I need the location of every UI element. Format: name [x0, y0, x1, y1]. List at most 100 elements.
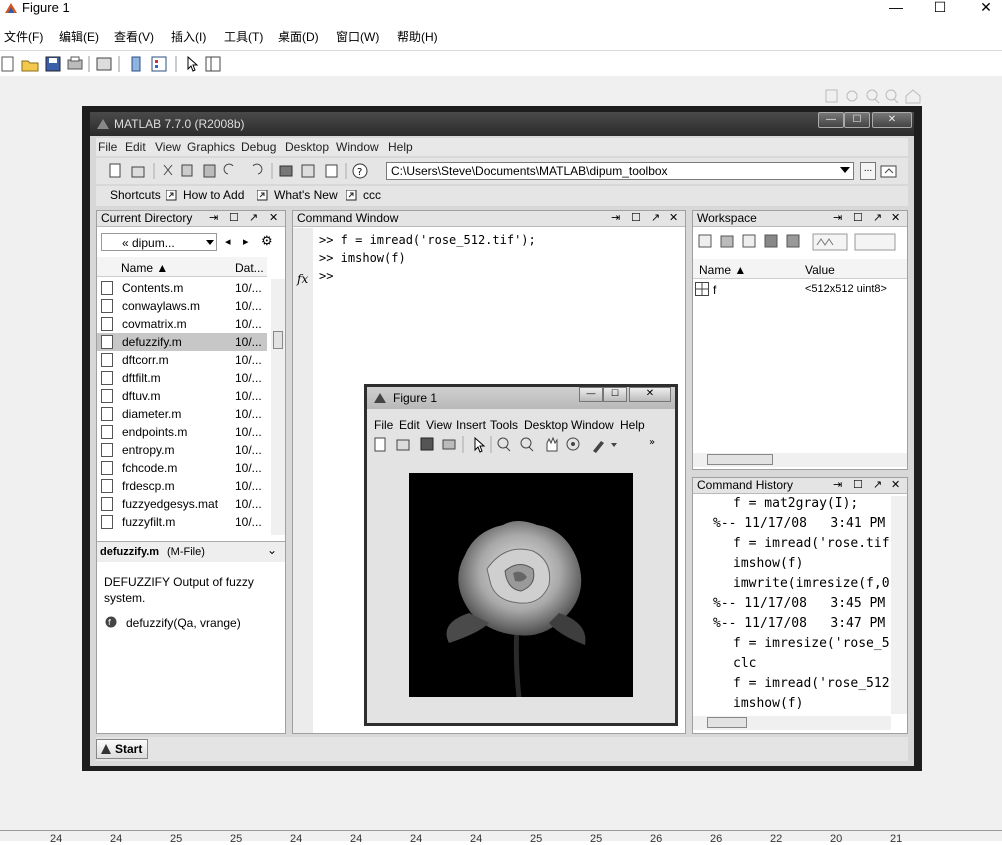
menu-edit[interactable]: 编辑(E)	[59, 28, 99, 45]
matlab-menu-view[interactable]: View	[155, 140, 181, 154]
figure1-minimize-button[interactable]: —	[579, 387, 603, 402]
menu-insert[interactable]: 插入(I)	[171, 28, 206, 45]
close-panel-icon[interactable]: ✕	[669, 211, 678, 226]
figure1-menu-tools[interactable]: Tools	[490, 418, 518, 432]
figure1-menu-view[interactable]: View	[426, 418, 452, 432]
file-row[interactable]: fchcode.m 10/...	[97, 459, 267, 477]
history-entry[interactable]: f = mat2gray(I);	[733, 496, 858, 511]
matlab-close-button[interactable]: ✕	[872, 112, 912, 128]
figure1-menu-help[interactable]: Help	[620, 418, 645, 432]
menu-view[interactable]: 查看(V)	[114, 28, 154, 45]
shortcut-how-to-add[interactable]: How to Add	[183, 188, 244, 202]
undock-icon[interactable]: ⇥	[611, 211, 620, 226]
history-entry[interactable]: f = imread('rose.tif	[733, 536, 889, 551]
undock-icon[interactable]: ⇥	[833, 478, 842, 493]
column-value[interactable]: Value	[805, 263, 835, 277]
shortcut-whats-new[interactable]: What's New	[274, 188, 338, 202]
file-row[interactable]: fuzzyfilt.m 10/...	[97, 513, 267, 531]
workspace-variable-row[interactable]: f <512x512 uint8>	[693, 281, 907, 299]
popout-icon[interactable]: ↗	[873, 478, 882, 493]
maximize-panel-icon[interactable]: ☐	[853, 478, 863, 493]
popout-icon[interactable]: ↗	[249, 211, 258, 226]
figure1-menu-edit[interactable]: Edit	[399, 418, 420, 432]
history-hscrollbar[interactable]	[693, 716, 891, 730]
close-panel-icon[interactable]: ✕	[891, 478, 900, 493]
popout-icon[interactable]: ↗	[873, 211, 882, 226]
file-row[interactable]: dftcorr.m 10/...	[97, 351, 267, 369]
menu-file[interactable]: 文件(F)	[4, 28, 43, 45]
file-row[interactable]: endpoints.m 10/...	[97, 423, 267, 441]
file-row[interactable]: frdescp.m 10/...	[97, 477, 267, 495]
matlab-menu-file[interactable]: File	[98, 140, 117, 154]
column-name[interactable]: Name ▲	[121, 261, 168, 275]
history-entry[interactable]: f = imresize('rose_5	[733, 636, 889, 651]
file-row[interactable]: entropy.m 10/...	[97, 441, 267, 459]
maximize-panel-icon[interactable]: ☐	[853, 211, 863, 226]
shortcut-ccc[interactable]: ccc	[363, 188, 381, 202]
file-list-scrollbar[interactable]	[271, 279, 285, 535]
column-date[interactable]: Dat...	[235, 261, 264, 275]
start-button[interactable]: Start	[96, 739, 148, 759]
history-session-marker[interactable]: %-- 11/17/08 3:41 PM	[713, 516, 885, 531]
file-row[interactable]: defuzzify.m 10/...	[97, 333, 267, 351]
figure1-menu-file[interactable]: File	[374, 418, 393, 432]
current-folder-field[interactable]: C:\Users\Steve\Documents\MATLAB\dipum_to…	[386, 162, 854, 180]
command-prompt[interactable]: >>	[319, 269, 333, 283]
folder-up-icon[interactable]	[880, 163, 898, 179]
matlab-menu-graphics[interactable]: Graphics	[187, 140, 235, 154]
undock-icon[interactable]: ⇥	[209, 211, 218, 226]
chevron-down-icon[interactable]: ⌄	[267, 543, 277, 557]
history-session-marker[interactable]: %-- 11/17/08 3:47 PM	[713, 616, 885, 631]
history-entry[interactable]: imwrite(imresize(f,0	[733, 576, 889, 591]
chevron-down-icon[interactable]	[840, 166, 850, 174]
browse-folder-button[interactable]: ...	[860, 162, 876, 180]
menu-window[interactable]: 窗口(W)	[336, 28, 379, 45]
figure1-menu-window[interactable]: Window	[571, 418, 614, 432]
close-panel-icon[interactable]: ✕	[891, 211, 900, 226]
matlab-menu-window[interactable]: Window	[336, 140, 379, 154]
gear-icon[interactable]: ⚙	[261, 233, 273, 249]
menu-help[interactable]: 帮助(H)	[397, 28, 438, 45]
history-entry[interactable]: imshow(f)	[733, 556, 803, 571]
figure1-maximize-button[interactable]: ☐	[603, 387, 627, 402]
back-arrow-icon[interactable]: ◂	[225, 235, 231, 248]
menu-tools[interactable]: 工具(T)	[224, 28, 263, 45]
undock-icon[interactable]: ⇥	[833, 211, 842, 226]
forward-arrow-icon[interactable]: ▸	[243, 235, 249, 248]
matlab-maximize-button[interactable]: ☐	[844, 112, 870, 128]
close-button[interactable]: ✕	[976, 0, 996, 14]
matlab-menu-debug[interactable]: Debug	[241, 140, 276, 154]
history-entry[interactable]: f = imread('rose_512	[733, 676, 889, 691]
figure1-menu-insert[interactable]: Insert	[456, 418, 486, 432]
rose-image[interactable]	[409, 473, 633, 697]
column-name[interactable]: Name ▲	[699, 263, 746, 277]
maximize-button[interactable]: ☐	[930, 0, 950, 14]
file-row[interactable]: Contents.m 10/...	[97, 279, 267, 297]
matlab-menu-edit[interactable]: Edit	[125, 140, 146, 154]
maximize-panel-icon[interactable]: ☐	[631, 211, 641, 226]
figure1-close-button[interactable]: ✕	[629, 387, 671, 402]
close-panel-icon[interactable]: ✕	[269, 211, 278, 226]
matlab-minimize-button[interactable]: —	[818, 112, 844, 128]
file-row[interactable]: covmatrix.m 10/...	[97, 315, 267, 333]
file-row[interactable]: dftuv.m 10/...	[97, 387, 267, 405]
popout-icon[interactable]: ↗	[651, 211, 660, 226]
file-row[interactable]: fuzzyedgesys.mat 10/...	[97, 495, 267, 513]
file-row[interactable]: diameter.m 10/...	[97, 405, 267, 423]
figure1-menu-desktop[interactable]: Desktop	[524, 418, 568, 432]
minimize-button[interactable]: —	[886, 0, 906, 14]
maximize-panel-icon[interactable]: ☐	[229, 211, 239, 226]
history-session-marker[interactable]: %-- 11/17/08 3:45 PM	[713, 596, 885, 611]
fx-icon[interactable]: fx	[297, 272, 308, 286]
file-row[interactable]: dftfilt.m 10/...	[97, 369, 267, 387]
workspace-scrollbar[interactable]	[693, 453, 907, 467]
file-date: 10/...	[235, 497, 262, 511]
file-row[interactable]: conwaylaws.m 10/...	[97, 297, 267, 315]
history-entry[interactable]: clc	[733, 656, 756, 671]
matlab-menu-help[interactable]: Help	[388, 140, 413, 154]
history-scrollbar[interactable]	[891, 496, 907, 714]
matlab-menu-desktop[interactable]: Desktop	[285, 140, 329, 154]
history-entry[interactable]: imshow(f)	[733, 696, 803, 711]
folder-dropdown[interactable]: « dipum...	[101, 233, 217, 251]
menu-desktop[interactable]: 桌面(D)	[278, 28, 319, 45]
